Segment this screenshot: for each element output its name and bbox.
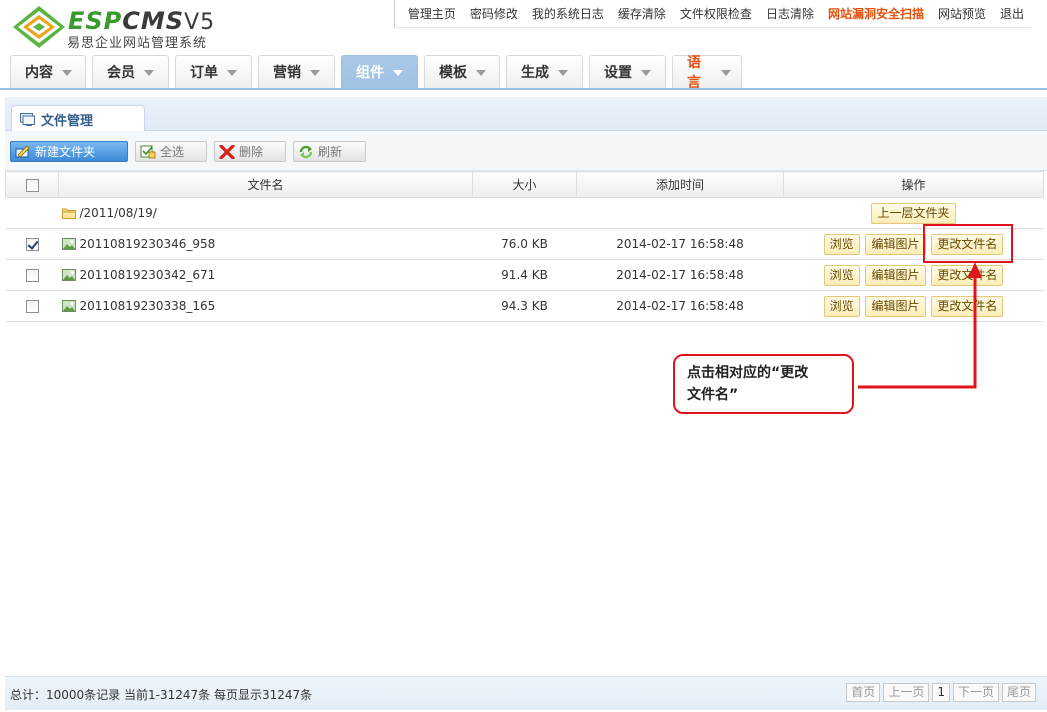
topnav-home[interactable]: 管理主页 xyxy=(408,5,456,22)
panel-header: 文件管理 xyxy=(5,97,1047,132)
topnav-logout[interactable]: 退出 xyxy=(1000,5,1024,22)
page-last-button[interactable]: 尾页 xyxy=(1001,683,1036,702)
file-name: 20110819230342_671 xyxy=(59,268,473,282)
topnav-my-logs[interactable]: 我的系统日志 xyxy=(532,5,604,22)
header-checkbox-cell xyxy=(5,171,59,198)
column-header-filename[interactable]: 文件名 xyxy=(58,171,473,198)
nav-tab-content[interactable]: 内容 xyxy=(10,55,86,88)
chevron-down-icon xyxy=(310,70,320,76)
brand-name: ESPCMSV5 xyxy=(68,7,216,35)
toolbar: 新建文件夹 全选 删除 刷新 xyxy=(5,131,1047,171)
page-prev-button[interactable]: 上一页 xyxy=(883,683,930,702)
file-name: 20110819230346_958 xyxy=(59,237,473,251)
logo[interactable]: ESPCMSV5 易思企业网站管理系统 xyxy=(8,4,228,51)
table-row: 20110819230346_958 76.0 KB 2014-02-17 16… xyxy=(5,228,1044,260)
nav-tab-templates[interactable]: 模板 xyxy=(424,55,500,88)
refresh-button[interactable]: 刷新 xyxy=(293,141,366,162)
nav-tab-members[interactable]: 会员 xyxy=(92,55,169,88)
file-name: 20110819230338_165 xyxy=(59,299,473,313)
chevron-down-icon xyxy=(227,70,237,76)
row-checkbox[interactable] xyxy=(25,269,39,282)
footer: 总计：10000条记录 当前1-31247条 每页显示31247条 首页 上一页… xyxy=(5,676,1047,710)
edit-image-button[interactable]: 编辑图片 xyxy=(865,233,926,255)
folder-icon xyxy=(61,208,76,219)
chevron-down-icon xyxy=(393,70,403,76)
file-size: 91.4 KB xyxy=(472,259,577,291)
file-added-time: 2014-02-17 16:58:48 xyxy=(576,228,784,260)
nav-divider xyxy=(0,88,1047,90)
monitor-icon xyxy=(20,112,35,126)
callout-line-1: 点击相对应的“更改 xyxy=(687,365,809,381)
annotation-arrow-icon xyxy=(858,262,982,389)
record-summary: 总计：10000条记录 当前1-31247条 每页显示31247条 xyxy=(10,688,313,702)
chevron-down-icon xyxy=(62,70,72,76)
image-file-icon xyxy=(61,238,76,250)
chevron-down-icon xyxy=(558,70,568,76)
column-header-actions: 操作 xyxy=(783,171,1044,198)
row-checkbox[interactable] xyxy=(25,238,39,251)
espcms-logo-icon xyxy=(13,6,65,48)
refresh-icon xyxy=(299,145,313,158)
topnav-clear-logs[interactable]: 日志清除 xyxy=(766,5,814,22)
nav-tab-language[interactable]: 语言 xyxy=(672,55,742,91)
page-current[interactable]: 1 xyxy=(932,683,950,702)
new-folder-button[interactable]: 新建文件夹 xyxy=(10,141,128,162)
topnav-security-scan[interactable]: 网站漏洞安全扫描 xyxy=(828,5,924,22)
topnav-clear-cache[interactable]: 缓存清除 xyxy=(618,5,666,22)
annotation-callout: 点击相对应的“更改 文件名” xyxy=(673,354,854,414)
topnav-file-permission-check[interactable]: 文件权限检查 xyxy=(680,5,752,22)
file-added-time: 2014-02-17 16:58:48 xyxy=(576,290,784,322)
page-first-button[interactable]: 首页 xyxy=(846,683,881,702)
column-header-size[interactable]: 大小 xyxy=(472,171,577,198)
nav-tab-components[interactable]: 组件 xyxy=(341,55,418,88)
pagination: 首页 上一页 1 下一页 尾页 xyxy=(843,683,1036,702)
select-all-checkbox[interactable] xyxy=(25,178,39,192)
chevron-down-icon xyxy=(721,70,731,76)
browse-button[interactable]: 浏览 xyxy=(823,233,860,255)
folder-row: /2011/08/19/ 上一层文件夹 xyxy=(5,197,1044,229)
table-header-row: 文件名 大小 添加时间 操作 xyxy=(5,171,1044,198)
header: ESPCMSV5 易思企业网站管理系统 管理主页 密码修改 我的系统日志 缓存清… xyxy=(0,0,1047,91)
chevron-down-icon xyxy=(476,70,486,76)
image-file-icon xyxy=(61,269,76,281)
tab-file-manager[interactable]: 文件管理 xyxy=(11,105,145,132)
file-size: 76.0 KB xyxy=(472,228,577,260)
row-checkbox[interactable] xyxy=(25,300,39,313)
file-added-time: 2014-02-17 16:58:48 xyxy=(576,259,784,291)
file-size: 94.3 KB xyxy=(472,290,577,322)
parent-folder-button[interactable]: 上一层文件夹 xyxy=(871,202,956,224)
select-all-button[interactable]: 全选 xyxy=(135,141,207,162)
delete-button[interactable]: 删除 xyxy=(214,141,286,162)
main-nav: 内容 会员 订单 营销 组件 模板 生成 设置 语言 xyxy=(10,55,748,91)
nav-tab-settings[interactable]: 设置 xyxy=(589,55,666,88)
nav-tab-generate[interactable]: 生成 xyxy=(506,55,583,88)
top-nav: 管理主页 密码修改 我的系统日志 缓存清除 文件权限检查 日志清除 网站漏洞安全… xyxy=(393,0,1031,28)
new-folder-icon xyxy=(15,144,30,158)
delete-x-icon xyxy=(219,144,235,159)
folder-path[interactable]: /2011/08/19/ xyxy=(59,206,473,220)
nav-tab-orders[interactable]: 订单 xyxy=(175,55,252,88)
topnav-change-password[interactable]: 密码修改 xyxy=(470,5,518,22)
nav-tab-marketing[interactable]: 营销 xyxy=(258,55,335,88)
brand-subtitle: 易思企业网站管理系统 xyxy=(67,36,208,51)
chevron-down-icon xyxy=(641,70,651,76)
select-all-icon xyxy=(140,145,156,158)
page-next-button[interactable]: 下一页 xyxy=(952,683,999,702)
image-file-icon xyxy=(61,300,76,312)
topnav-site-preview[interactable]: 网站预览 xyxy=(938,5,986,22)
chevron-down-icon xyxy=(144,70,154,76)
callout-line-2: 文件名” xyxy=(687,387,739,403)
column-header-added-time[interactable]: 添加时间 xyxy=(576,171,784,198)
rename-highlight-box xyxy=(923,224,1013,263)
